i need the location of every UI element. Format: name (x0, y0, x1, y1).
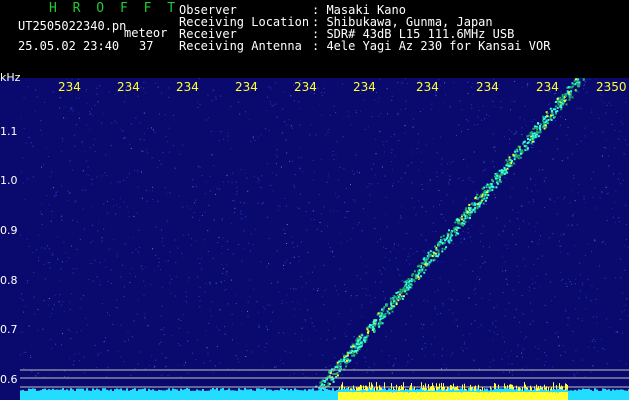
event-count: 37 (139, 39, 154, 53)
info-row-antenna: Receiving Antenna : 4ele Yagi Az 230 for… (179, 40, 550, 52)
x-tick-label: 2350 (596, 80, 627, 94)
y-tick-label: 1.0 (0, 174, 18, 187)
x-tick-label: 234 (536, 80, 559, 94)
event-tag: meteor (124, 26, 168, 40)
y-tick-label: 0.9 (0, 224, 18, 237)
y-tick-label: 0.7 (0, 323, 18, 336)
x-tick-label: 234 (235, 80, 258, 94)
x-tick-label: 234 (476, 80, 499, 94)
station-info: Observer : Masaki Kano Receiving Locatio… (179, 4, 550, 52)
x-tick-label: 234 (176, 80, 199, 94)
x-tick-label: 234 (353, 80, 376, 94)
y-tick-label: 0.6 (0, 373, 18, 386)
info-value: : 4ele Yagi Az 230 for Kansai VOR (312, 39, 551, 53)
y-tick-label: 1.1 (0, 125, 18, 138)
x-tick-label: 234 (416, 80, 439, 94)
x-tick-label: 234 (58, 80, 81, 94)
spectrogram-plot (20, 78, 629, 400)
x-tick-label: 234 (294, 80, 317, 94)
spectrogram-canvas (20, 78, 629, 400)
meteor-trail (315, 78, 585, 395)
header-panel: H R O F F T UT2505022340.pn meteor 25.05… (0, 0, 629, 78)
info-key: Receiving Antenna (179, 39, 302, 53)
x-tick-label: 234 (117, 80, 140, 94)
brand-title: H R O F F T (49, 1, 180, 16)
file-name: UT2505022340.pn (18, 19, 127, 33)
timestamp: 25.05.02 23:40 (18, 39, 120, 53)
y-unit-label: kHz (0, 71, 21, 84)
y-tick-label: 0.8 (0, 274, 18, 287)
